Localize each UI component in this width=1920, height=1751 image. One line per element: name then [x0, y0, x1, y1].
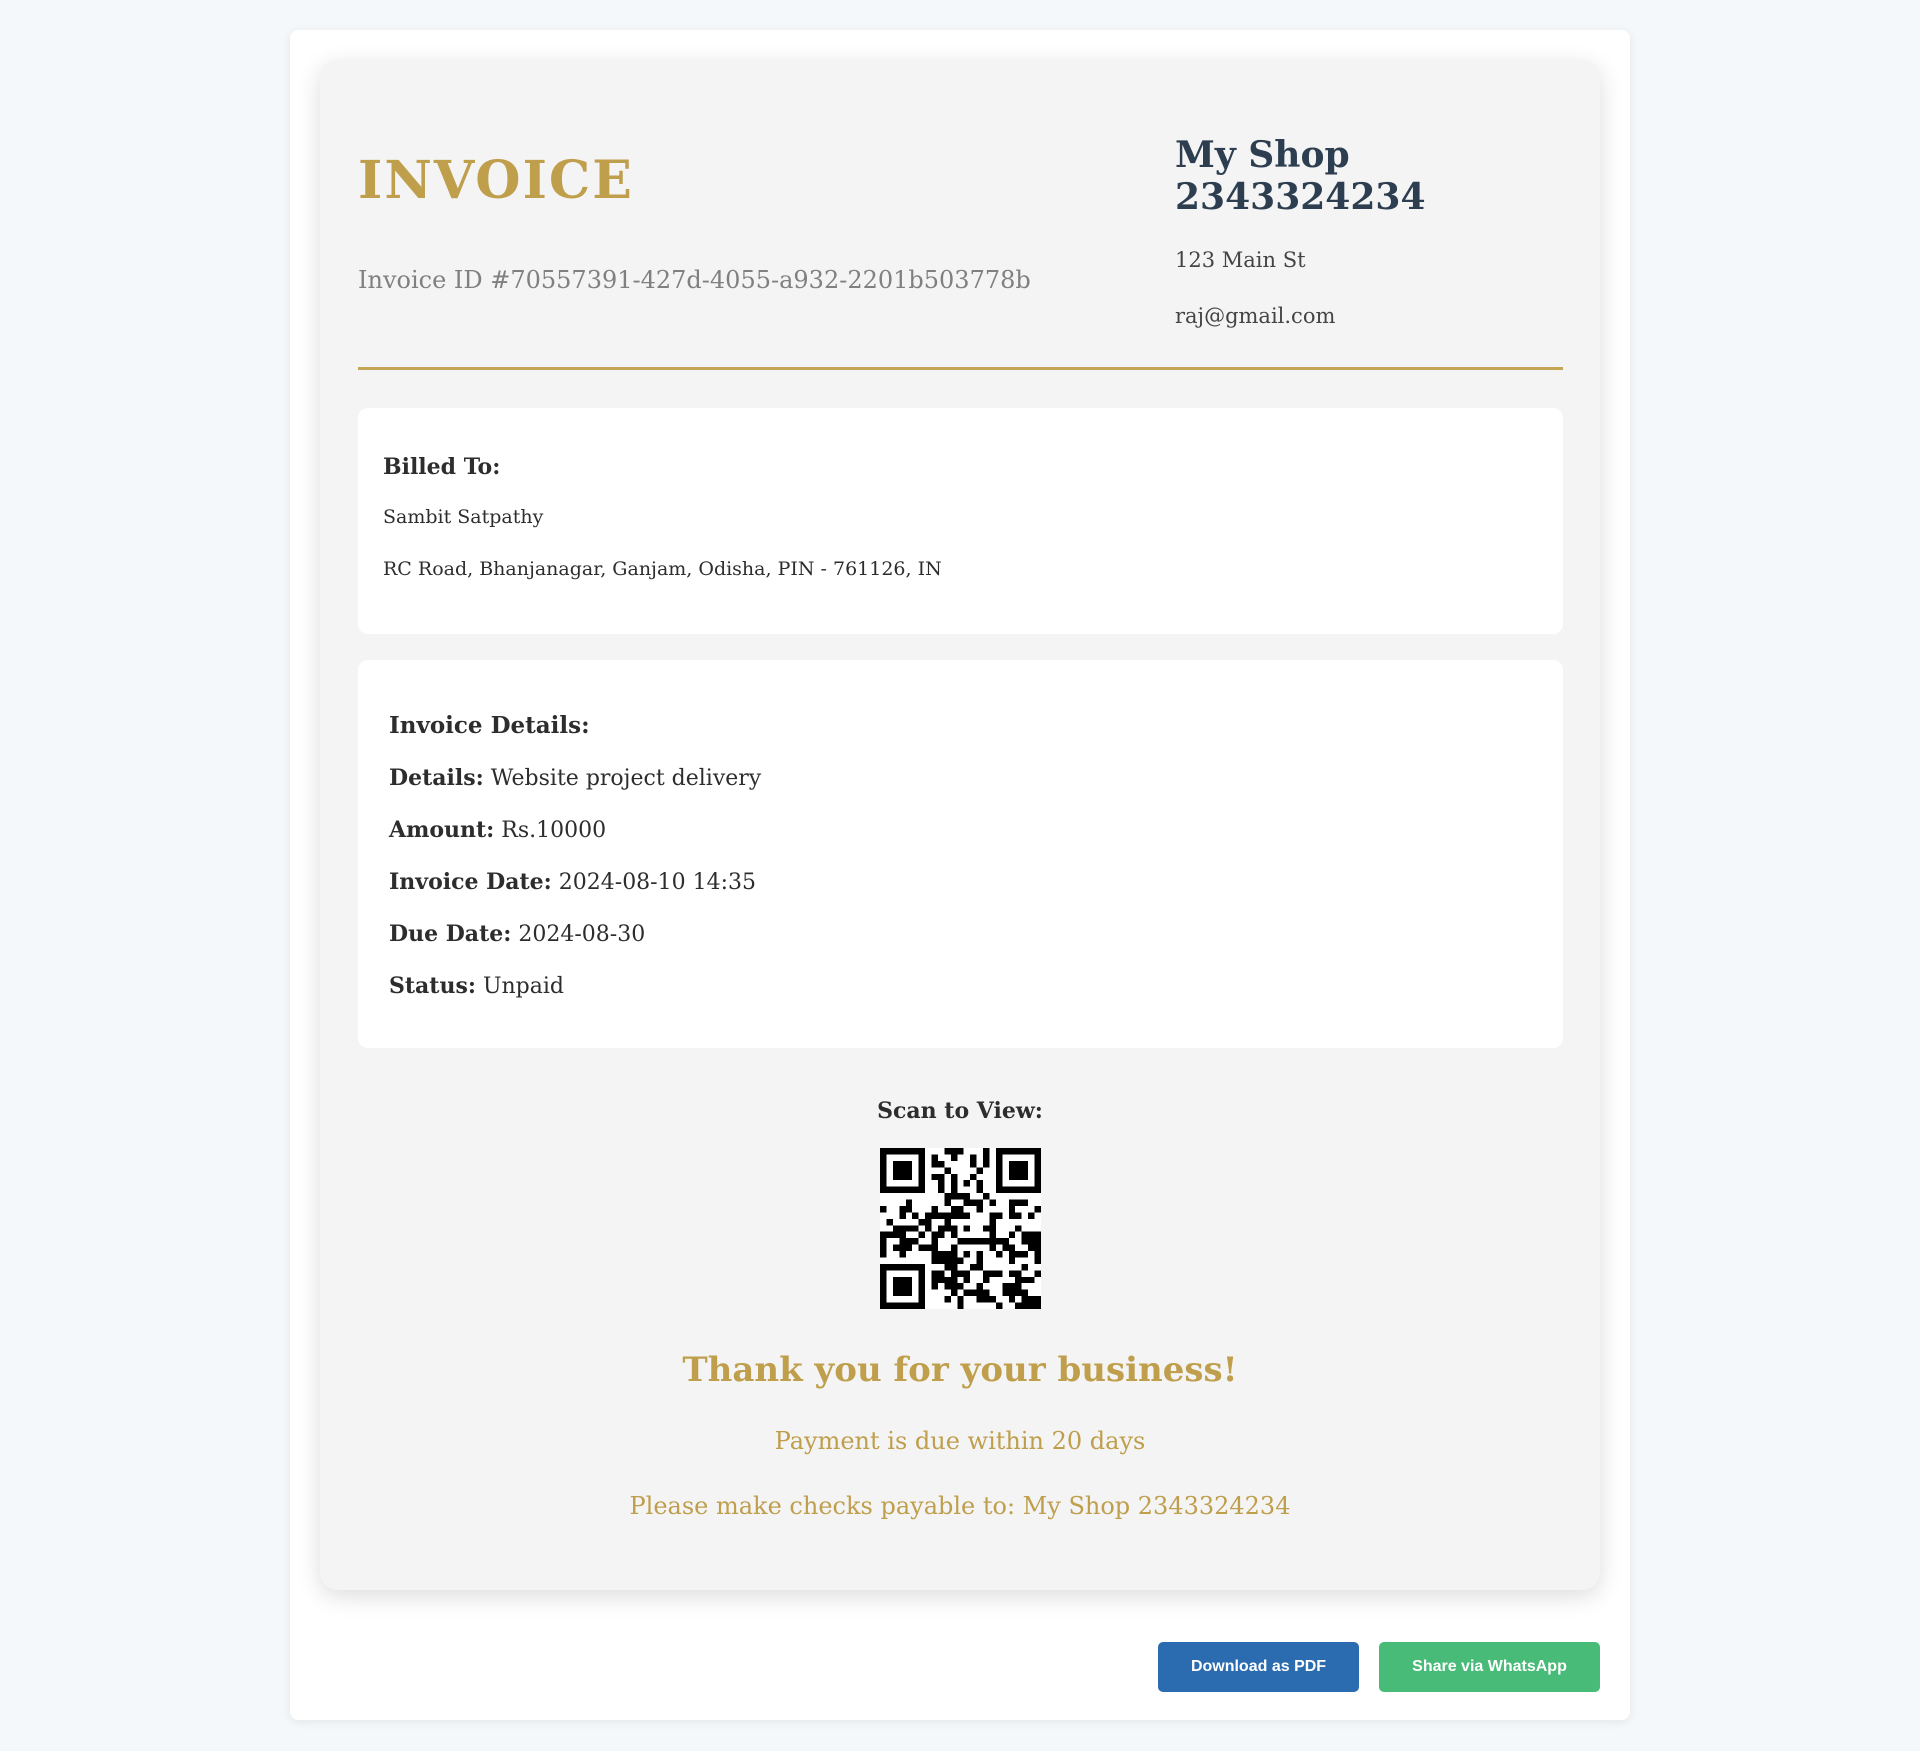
- header-divider: [358, 367, 1563, 370]
- detail-row-status: Status: Unpaid: [389, 973, 1532, 999]
- customer-address: RC Road, Bhanjanagar, Ganjam, Odisha, PI…: [383, 558, 942, 580]
- qr-code-icon: [880, 1148, 1041, 1309]
- detail-row-invoice-date: Invoice Date: 2024-08-10 14:35: [389, 869, 1532, 895]
- detail-label: Details:: [389, 765, 484, 791]
- share-whatsapp-button[interactable]: Share via WhatsApp: [1379, 1642, 1600, 1692]
- page-card: INVOICE Invoice ID #70557391-427d-4055-a…: [290, 30, 1630, 1720]
- status-value: Unpaid: [482, 974, 564, 999]
- detail-row-due-date: Due Date: 2024-08-30: [389, 921, 1532, 947]
- shop-email: raj@gmail.com: [1175, 304, 1336, 328]
- detail-row-details: Details: Website project delivery: [389, 765, 1532, 791]
- detail-value: Rs.10000: [501, 818, 607, 843]
- thank-you-message: Thank you for your business!: [682, 1350, 1238, 1390]
- download-pdf-button[interactable]: Download as PDF: [1158, 1642, 1359, 1692]
- detail-label: Invoice Date:: [389, 869, 552, 895]
- shop-name: My Shop 2343324234: [1175, 134, 1426, 218]
- detail-label: Amount:: [389, 817, 495, 843]
- payable-to-note: Please make checks payable to: My Shop 2…: [629, 1492, 1291, 1520]
- detail-row-amount: Amount: Rs.10000: [389, 817, 1532, 843]
- invoice-details-panel: Invoice Details: Details: Website projec…: [358, 660, 1563, 1048]
- payment-terms: Payment is due within 20 days: [774, 1427, 1146, 1455]
- invoice-id: Invoice ID #70557391-427d-4055-a932-2201…: [358, 266, 1031, 294]
- invoice-sheet: INVOICE Invoice ID #70557391-427d-4055-a…: [320, 60, 1600, 1590]
- detail-value: Website project delivery: [490, 766, 762, 791]
- detail-label: Due Date:: [389, 921, 512, 947]
- billed-to-heading: Billed To:: [383, 454, 501, 480]
- invoice-title: INVOICE: [358, 150, 634, 211]
- customer-name: Sambit Satpathy: [383, 506, 544, 528]
- scan-heading: Scan to View:: [877, 1098, 1043, 1124]
- billed-to-panel: Billed To: Sambit Satpathy RC Road, Bhan…: [358, 408, 1563, 634]
- detail-value: 2024-08-10 14:35: [558, 870, 757, 895]
- detail-value: 2024-08-30: [518, 922, 646, 947]
- detail-label: Status:: [389, 973, 476, 999]
- shop-address: 123 Main St: [1175, 248, 1306, 272]
- shop-info: My Shop 2343324234 123 Main St raj@gmail…: [1175, 134, 1575, 328]
- invoice-details-heading: Invoice Details:: [389, 712, 590, 739]
